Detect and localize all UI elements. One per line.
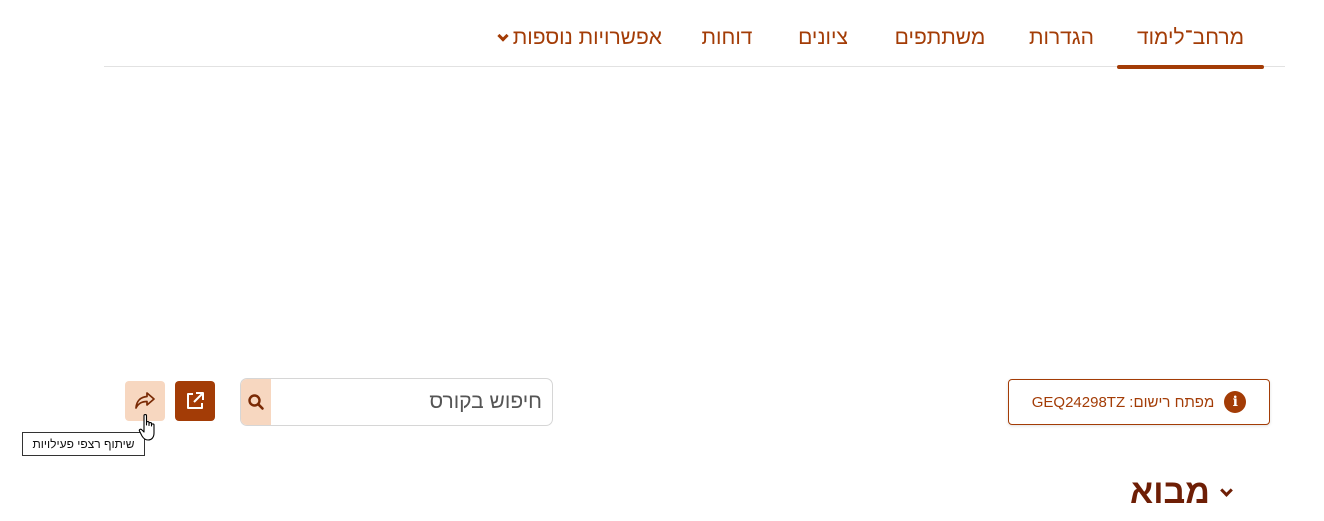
course-page: מרחב־לימוד הגדרות משתתפים ציונים דוחות א…: [0, 0, 1324, 521]
section-header: מבוא: [1130, 470, 1233, 514]
tab-more-label: אפשרויות נוספות: [512, 26, 662, 49]
hand-pointer-icon: [138, 414, 155, 441]
chevron-down-icon[interactable]: [1220, 483, 1233, 497]
share-tooltip: שיתוף רצפי פעילויות: [22, 432, 145, 456]
course-search: [240, 378, 553, 426]
tab-course[interactable]: מרחב־לימוד: [1117, 24, 1264, 69]
open-external-button[interactable]: [175, 381, 215, 421]
course-nav: מרחב־לימוד הגדרות משתתפים ציונים דוחות א…: [104, 0, 1285, 69]
tab-participants-label: משתתפים: [894, 26, 986, 49]
info-icon: i: [1224, 391, 1247, 413]
search-icon: [248, 394, 264, 410]
chevron-down-icon: [497, 30, 509, 42]
enrollment-key-badge[interactable]: i מפתח רישום: GEQ24298TZ: [1008, 379, 1270, 425]
tab-participants[interactable]: משתתפים: [891, 24, 989, 67]
tab-course-label: מרחב־לימוד: [1136, 26, 1245, 49]
tab-reports[interactable]: דוחות: [698, 24, 756, 67]
share-forward-icon: [135, 392, 155, 409]
external-link-icon: [187, 392, 204, 409]
share-tooltip-text: שיתוף רצפי פעילויות: [32, 437, 135, 451]
tab-settings[interactable]: הגדרות: [1028, 24, 1095, 67]
search-button[interactable]: [241, 379, 271, 425]
tab-grades-label: ציונים: [798, 26, 848, 49]
tab-more-options[interactable]: אפשרויות נוספות: [476, 24, 662, 67]
course-search-input[interactable]: [271, 379, 552, 425]
tab-reports-label: דוחות: [701, 26, 753, 49]
enrollment-key-text: מפתח רישום: GEQ24298TZ: [1031, 393, 1215, 411]
section-title: מבוא: [1130, 473, 1210, 511]
tab-settings-label: הגדרות: [1028, 26, 1094, 49]
tab-grades[interactable]: ציונים: [794, 24, 852, 67]
